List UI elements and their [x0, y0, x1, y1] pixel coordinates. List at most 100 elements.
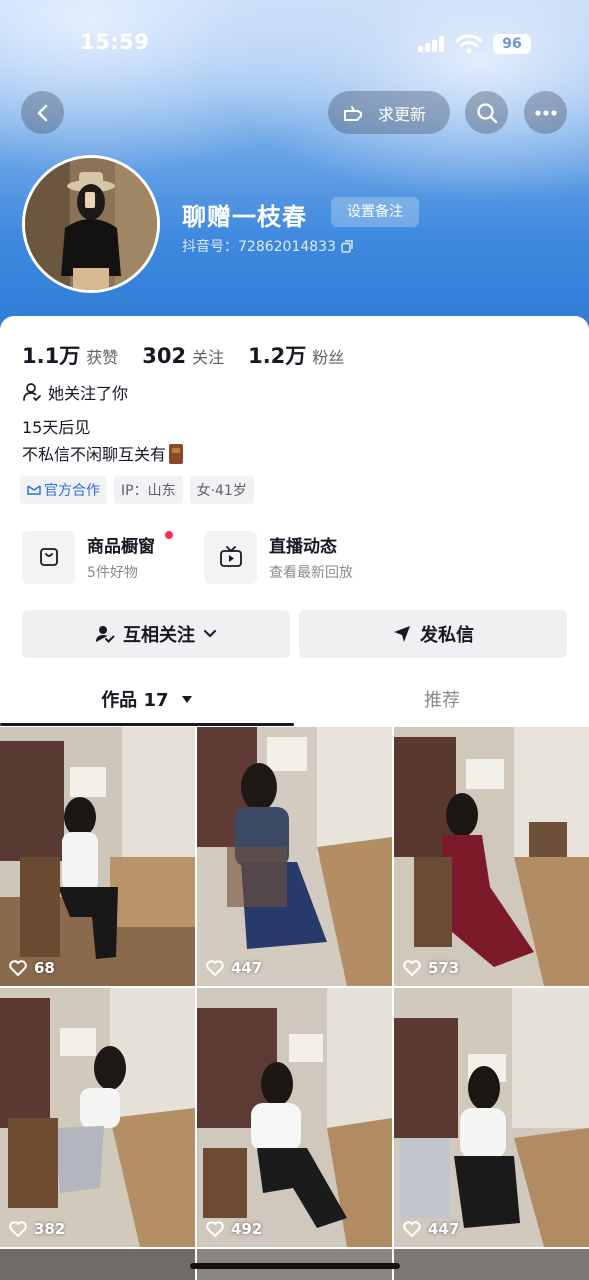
- douyin-id-text: 抖音号：72862014833: [182, 239, 336, 255]
- live-updates-subtitle: 查看最新回放: [269, 565, 353, 581]
- likes-count: 1.1万: [22, 344, 81, 368]
- request-update-button[interactable]: 求更新: [328, 91, 450, 134]
- mutual-follow-button[interactable]: 互相关注: [22, 610, 290, 658]
- set-remark-button[interactable]: 设置备注: [331, 197, 419, 227]
- nickname: 聊赠一枝春: [182, 203, 307, 231]
- tv-play-icon: [219, 546, 242, 567]
- shop-icon-box: [22, 530, 75, 584]
- likes-label: 获赞: [86, 348, 119, 367]
- shop-window-entry[interactable]: 商品橱窗 5件好物: [22, 530, 173, 584]
- avatar[interactable]: [22, 155, 160, 293]
- mutual-follow-icon: [96, 626, 115, 643]
- ip-location-tag: IP：山东: [114, 476, 183, 504]
- video-likes-count: 447: [231, 959, 263, 977]
- heart-icon: [206, 960, 224, 976]
- mutual-follow-label: 互相关注: [123, 625, 195, 646]
- tab-works[interactable]: 作品 17: [0, 676, 294, 726]
- bio: 15天后见 不私信不闲聊互关有: [22, 414, 184, 468]
- live-icon-box: [204, 530, 257, 584]
- video-likes-count: 492: [231, 1220, 263, 1238]
- video-likes-count: 382: [34, 1220, 66, 1238]
- notification-dot: [165, 531, 173, 539]
- video-cover-image: [0, 988, 195, 1247]
- shopping-bag-icon: [39, 548, 58, 566]
- tab-works-label: 作品 17: [101, 690, 169, 711]
- official-partner-icon: [27, 485, 41, 495]
- video-thumbnail[interactable]: 492: [197, 988, 392, 1247]
- signal-icon: [418, 36, 448, 52]
- live-updates-entry[interactable]: 直播动态 查看最新回放: [204, 530, 353, 584]
- send-message-button[interactable]: 发私信: [299, 610, 567, 658]
- heart-icon: [206, 1221, 224, 1237]
- active-tab-indicator: [0, 723, 294, 726]
- following-label[interactable]: 关注: [192, 344, 224, 368]
- back-button[interactable]: [21, 91, 64, 134]
- user-follow-icon: [23, 383, 41, 402]
- shop-window-subtitle: 5件好物: [87, 565, 138, 581]
- search-button[interactable]: [465, 91, 508, 134]
- following-count[interactable]: 302: [142, 344, 186, 368]
- heart-icon: [403, 960, 421, 976]
- shop-window-title: 商品橱窗: [87, 537, 155, 557]
- heart-icon: [9, 960, 27, 976]
- video-likes: 68: [9, 959, 55, 977]
- more-dots-icon: [534, 109, 557, 116]
- video-thumbnail[interactable]: [394, 1249, 589, 1280]
- video-thumbnail[interactable]: 382: [0, 988, 195, 1247]
- request-update-label: 求更新: [378, 104, 427, 124]
- video-likes-count: 447: [428, 1220, 460, 1238]
- video-likes: 573: [403, 959, 459, 977]
- video-likes: 382: [9, 1220, 65, 1238]
- send-message-label: 发私信: [420, 625, 474, 646]
- followers-count[interactable]: 1.2万: [248, 340, 306, 370]
- more-button[interactable]: [524, 91, 567, 134]
- video-likes: 492: [206, 1220, 262, 1238]
- live-updates-title: 直播动态: [269, 537, 337, 557]
- profile-stats: 1.1万 获赞 302 关注 1.2万 粉丝: [22, 340, 368, 370]
- video-likes: 447: [403, 1220, 459, 1238]
- caret-down-icon: [181, 696, 192, 703]
- gender-age-tag: 女·41岁: [189, 476, 254, 504]
- video-thumbnail[interactable]: 447: [394, 988, 589, 1247]
- wifi-icon: [456, 34, 482, 54]
- official-partner-label: 官方合作: [44, 483, 100, 499]
- tab-recommend[interactable]: 推荐: [295, 676, 589, 726]
- video-likes-count: 68: [34, 959, 55, 977]
- followers-label[interactable]: 粉丝: [312, 344, 344, 368]
- content-tabs: 作品 17 推荐: [0, 676, 589, 728]
- douyin-id[interactable]: 抖音号：72862014833: [182, 236, 354, 256]
- status-bar: 15:59 96: [0, 28, 589, 60]
- video-thumbnail[interactable]: 68: [0, 727, 195, 986]
- heart-icon: [403, 1221, 421, 1237]
- send-icon: [394, 626, 410, 642]
- video-thumbnail[interactable]: 447: [197, 727, 392, 986]
- video-thumbnail[interactable]: 573: [394, 727, 589, 986]
- status-time: 15:59: [80, 30, 150, 54]
- follows-you-text: 她关注了你: [48, 384, 129, 403]
- chevron-left-icon: [37, 104, 47, 121]
- home-indicator[interactable]: [190, 1263, 400, 1269]
- chevron-down-icon: [204, 630, 216, 638]
- video-likes-count: 573: [428, 959, 460, 977]
- copy-icon: [341, 239, 353, 253]
- video-cover-image: [394, 988, 589, 1247]
- avatar-image: [25, 158, 157, 290]
- video-cover-image: [394, 727, 589, 986]
- video-cover-image: [197, 988, 392, 1247]
- bio-line-1: 15天后见: [22, 418, 91, 437]
- pointing-hand-icon: [344, 105, 362, 121]
- follows-you-indicator: 她关注了你: [22, 380, 128, 404]
- door-emoji-icon: [169, 444, 184, 464]
- battery-indicator: 96: [493, 34, 531, 54]
- profile-card: 1.1万 获赞 302 关注 1.2万 粉丝 她关注了你 15天后见 不私信不闲…: [0, 316, 589, 1280]
- video-cover-image: [197, 727, 392, 986]
- video-thumbnail[interactable]: [0, 1249, 195, 1280]
- video-cover-image: [0, 727, 195, 986]
- profile-header: 15:59 96 求更新 聊赠一枝春 设置备注 抖音号：72862014833: [0, 0, 589, 340]
- video-likes: 447: [206, 959, 262, 977]
- search-icon: [476, 102, 497, 123]
- official-partner-tag[interactable]: 官方合作: [20, 476, 107, 504]
- profile-tags: 官方合作 IP：山东 女·41岁: [20, 476, 254, 504]
- heart-icon: [9, 1221, 27, 1237]
- bio-line-2: 不私信不闲聊互关有: [22, 445, 167, 464]
